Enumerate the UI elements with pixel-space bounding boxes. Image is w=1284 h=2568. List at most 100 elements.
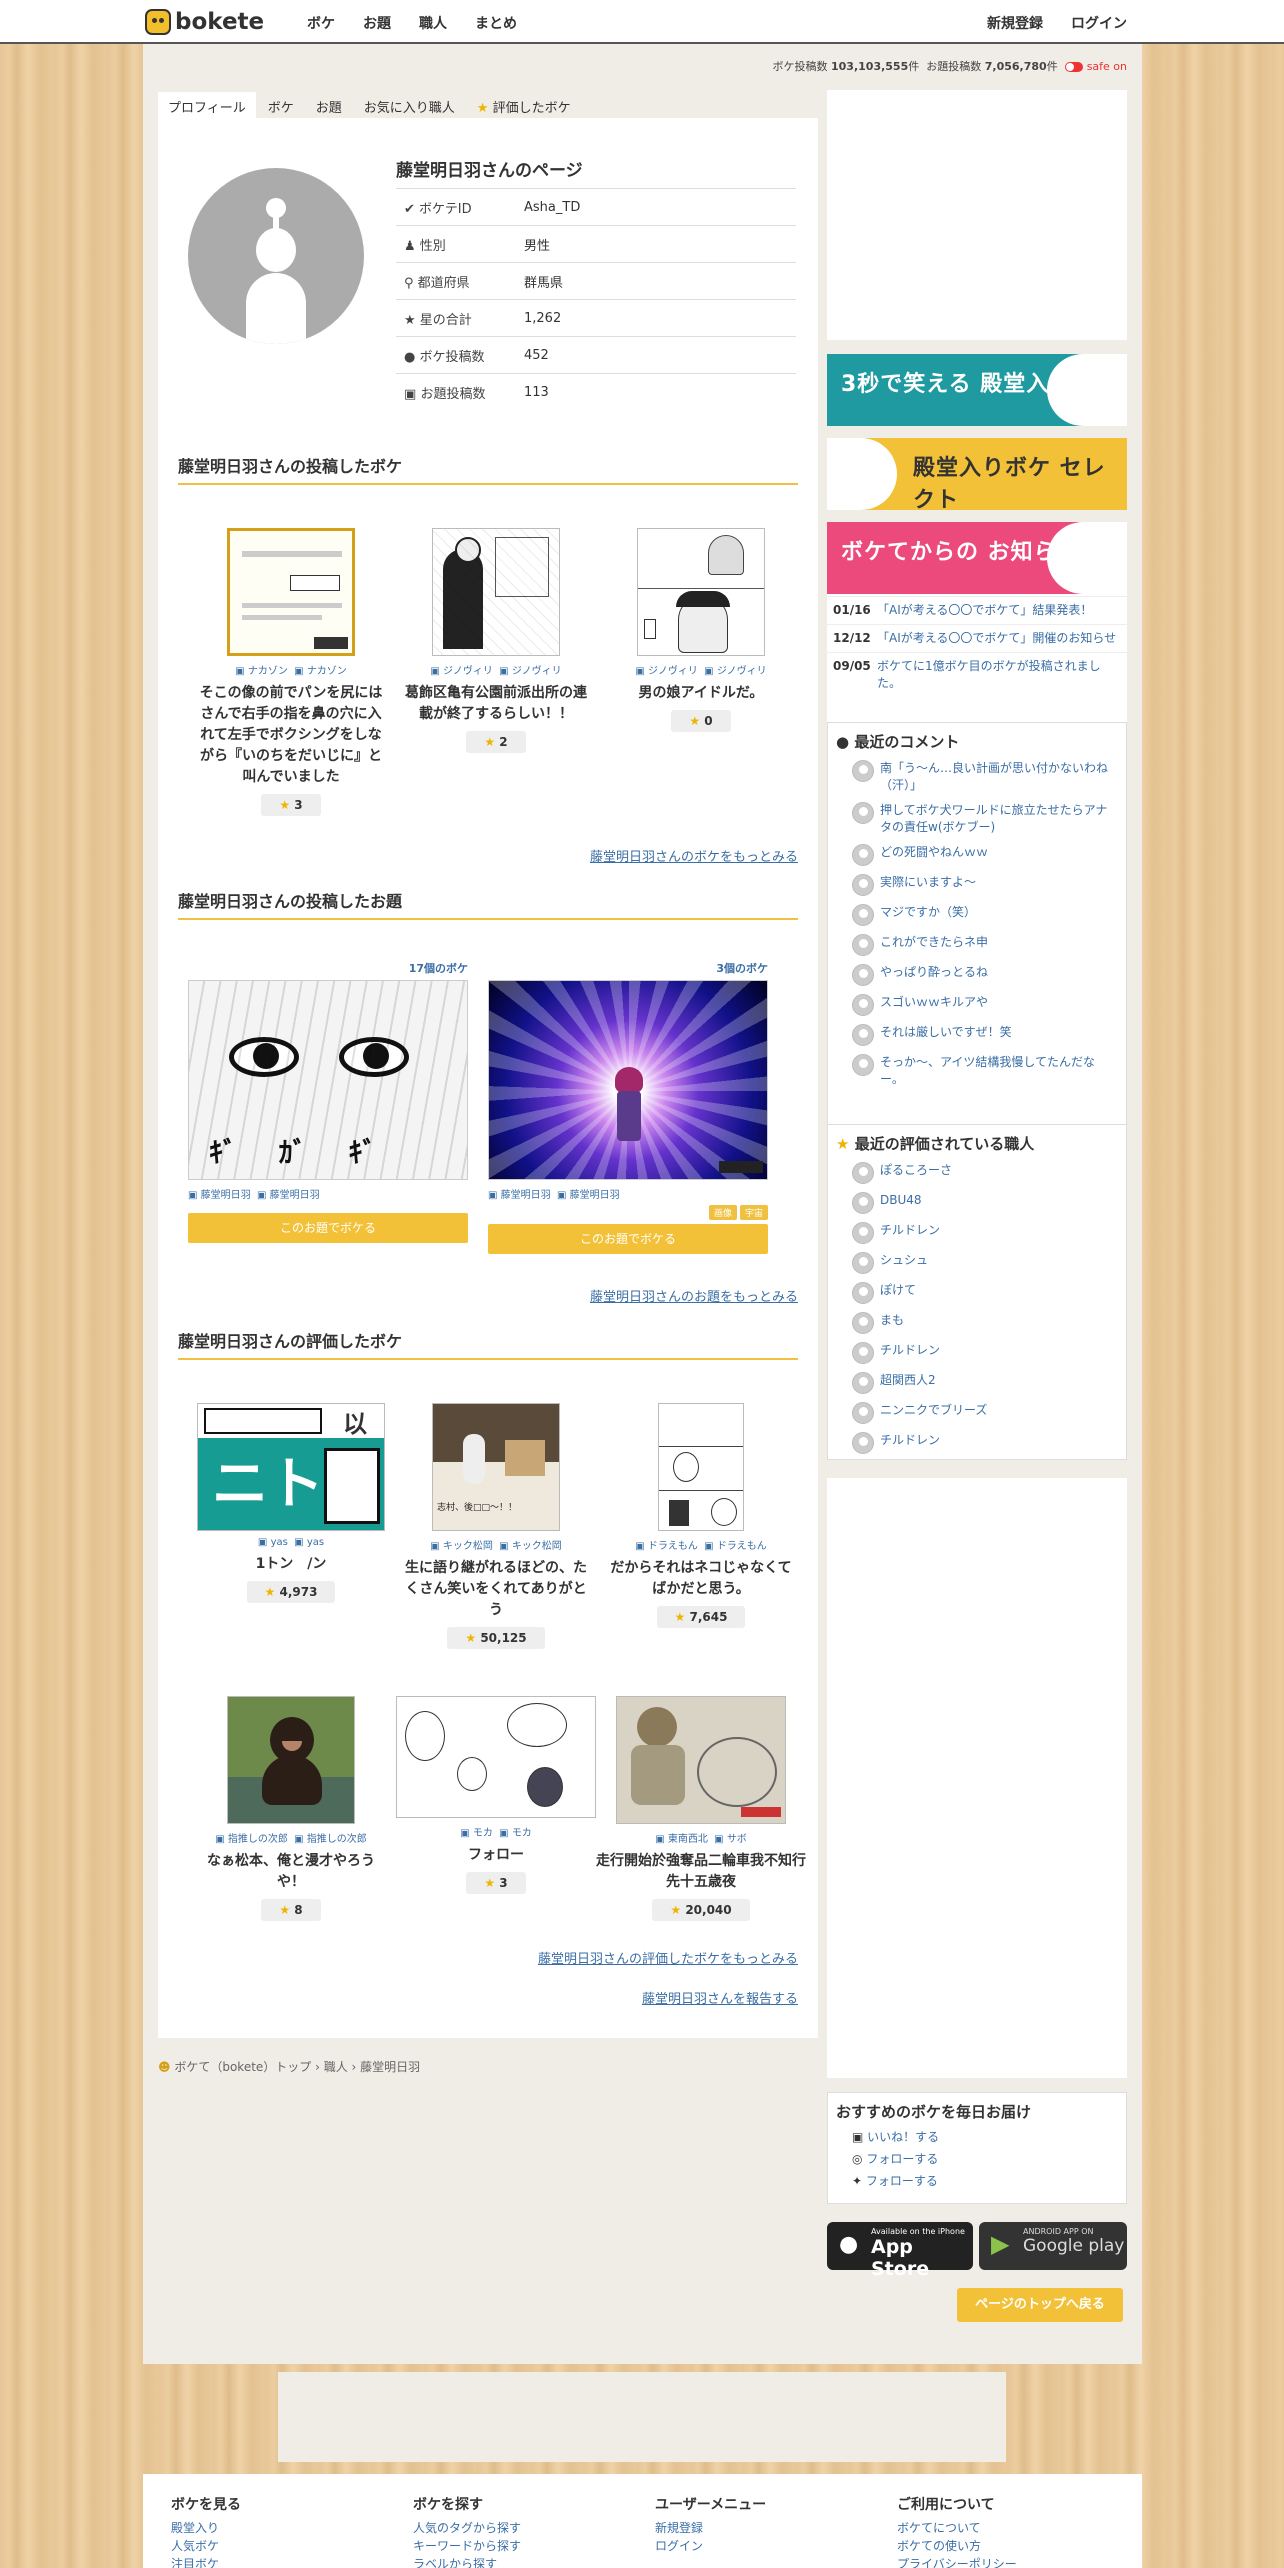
rated-item[interactable]: ▣ モカ ▣ モカ フォロー ★ 3 [376,1696,616,1894]
nav-shokunin[interactable]: 職人 [419,13,447,33]
footer-link[interactable]: ボケてについて [897,2519,1017,2537]
rated-item[interactable]: ▣ 指推しの次郎 ▣ 指推しの次郎 なぁ松本、俺と漫才やろうや！ ★ 8 [191,1696,391,1921]
post-source[interactable]: ▣ キック松岡 ▣ キック松岡 [396,1537,596,1552]
star-count[interactable]: ★ 7,645 [656,1606,746,1628]
rated-item[interactable]: ▣ ドラえもん ▣ ドラえもん だからそれはネコじゃなくてばかだと思う。 ★ 7… [601,1403,801,1628]
post-caption[interactable]: フォロー [376,1845,616,1866]
post-item[interactable]: ▣ ナカゾン ▣ ナカゾン そこの像の前でパンを尻にはさんで右手の指を鼻の穴に入… [191,528,391,816]
rated-user-item[interactable]: ぽるころーさ [828,1158,1126,1188]
post-image[interactable] [227,528,355,656]
post-source[interactable]: ▣ モカ ▣ モカ [376,1824,616,1839]
post-image[interactable] [396,1696,596,1818]
post-source[interactable]: ▣ 東南西北 ▣ サボ [586,1830,816,1845]
rated-user-item[interactable]: チルドレン [828,1218,1126,1248]
avatar[interactable] [852,1402,874,1424]
post-caption[interactable]: 1トン /ン [191,1554,391,1575]
post-caption[interactable]: そこの像の前でパンを尻にはさんで右手の指を鼻の穴に入れて左手でボクシングをしなが… [191,683,391,788]
rated-user-item[interactable]: ニンニクでブリーズ [828,1398,1126,1428]
tag[interactable]: 画像 [708,1205,737,1220]
avatar[interactable] [852,1222,874,1244]
avatar[interactable] [852,994,874,1016]
bokete-logo[interactable]: bokete [145,7,264,37]
avatar[interactable] [852,934,874,956]
report-user-link[interactable]: 藤堂明日羽さんを報告する [642,1988,798,2007]
twitter-follow-link[interactable]: ✦ フォローする [852,2170,1102,2192]
post-source[interactable]: ▣ ジノヴィリ ▣ ジノヴィリ [601,662,801,677]
rated-user-item[interactable]: まも [828,1308,1126,1338]
rated-user-item[interactable]: 超関西人2 [828,1368,1126,1398]
rated-item[interactable]: 志村、後□□～！！ ▣ キック松岡 ▣ キック松岡 生に語り継がれるほどの、たく… [396,1403,596,1649]
post-source[interactable]: ▣ ドラえもん ▣ ドラえもん [601,1537,801,1552]
odai-item[interactable]: 17個のボケ ｷﾞ ｶﾞ ｷﾞ ▣ 藤堂明日羽 ▣ 藤堂明日羽 このお題でボケる [188,960,468,1243]
odai-image[interactable] [488,980,768,1180]
nav-matome[interactable]: まとめ [475,13,517,33]
avatar[interactable] [852,1162,874,1184]
avatar[interactable] [852,802,874,824]
comment-item[interactable]: スゴいｗｗキルアや [828,990,1126,1020]
app-store-badge[interactable]: ● Available on the iPhone App Store [827,2222,973,2280]
rated-item[interactable]: ▣ 東南西北 ▣ サボ 走行開始於強奪品二輪車我不知行先十五歳夜 ★ 20,04… [586,1696,816,1921]
avatar[interactable] [852,1024,874,1046]
banner-hall-of-fame[interactable]: 3秒で笑える 殿堂入りボケ [827,354,1127,426]
odai-item[interactable]: 3個のボケ ▣ 藤堂明日羽 ▣ 藤堂明日羽 画像 宇宙 このお題でボケる [488,960,768,1254]
comment-item[interactable]: 押してボケ犬ワールドに旅立たせたらアナタの責任w(ボケブー) [828,798,1126,840]
comment-item[interactable]: やっぱり酔っとるね [828,960,1126,990]
footer-link[interactable]: ログイン [655,2537,766,2555]
post-source[interactable]: ▣ ジノヴィリ ▣ ジノヴィリ [396,662,596,677]
star-count[interactable]: ★ 3 [466,1872,526,1894]
avatar[interactable] [852,1342,874,1364]
footer-link[interactable]: ボケての使い方 [897,2537,1017,2555]
facebook-like-link[interactable]: ▣ いいね！する [852,2126,1102,2148]
banner-news[interactable]: ボケてからの お知らせ [827,522,1127,594]
footer-link[interactable]: 注目ボケ [171,2555,241,2568]
post-image[interactable] [658,1403,744,1531]
avatar[interactable] [852,760,874,782]
rated-user-item[interactable]: ぽけて [828,1278,1126,1308]
comment-item[interactable]: 実際にいますよ～ [828,870,1126,900]
safe-toggle[interactable] [1065,62,1084,72]
avatar[interactable] [852,1432,874,1454]
avatar[interactable] [852,874,874,896]
post-source[interactable]: ▣ ナカゾン ▣ ナカゾン [191,662,391,677]
back-to-top-button[interactable]: ページのトップへ戻る [957,2288,1123,2322]
odai-source[interactable]: ▣ 藤堂明日羽 ▣ 藤堂明日羽 [188,1186,468,1201]
odai-boke-count[interactable]: 3個のボケ [488,960,768,976]
nav-boke[interactable]: ボケ [307,13,335,33]
star-count[interactable]: ★ 20,040 [652,1899,750,1921]
boke-this-odai-button[interactable]: このお題でボケる [188,1213,468,1243]
avatar[interactable] [852,964,874,986]
footer-link[interactable]: 人気ボケ [171,2537,241,2555]
boke-this-odai-button[interactable]: このお題でボケる [488,1224,768,1254]
post-image[interactable] [432,528,560,656]
rated-user-item[interactable]: チルドレン [828,1338,1126,1368]
post-item[interactable]: ▣ ジノヴィリ ▣ ジノヴィリ 葛飾区亀有公園前派出所の連載が終了するらしい！！… [396,528,596,753]
avatar[interactable] [852,1192,874,1214]
post-caption[interactable]: 葛飾区亀有公園前派出所の連載が終了するらしい！！ [396,683,596,725]
post-source[interactable]: ▣ 指推しの次郎 ▣ 指推しの次郎 [191,1830,391,1845]
comment-item[interactable]: マジですか（笑） [828,900,1126,930]
instagram-follow-link[interactable]: ◎ フォローする [852,2148,1102,2170]
star-count[interactable]: ★ 8 [261,1899,321,1921]
avatar[interactable] [852,1252,874,1274]
post-image[interactable]: 以上。 ニト [197,1403,385,1531]
comment-item[interactable]: これができたらネ申 [828,930,1126,960]
rated-user-item[interactable]: DBU48 [828,1188,1126,1218]
footer-link[interactable]: ラベルから探す [413,2555,521,2568]
star-count[interactable]: ★ 0 [671,710,731,732]
comment-item[interactable]: そっか〜、アイツ結構我慢してたんだなー。 [828,1050,1126,1092]
odai-boke-count[interactable]: 17個のボケ [188,960,468,976]
avatar[interactable] [852,1372,874,1394]
post-caption[interactable]: 男の娘アイドルだ。 [601,683,801,704]
footer-link[interactable]: 人気のタグから探す [413,2519,521,2537]
google-play-badge[interactable]: ▶ ANDROID APP ON Google play [979,2222,1127,2270]
rated-user-item[interactable]: シュシュ [828,1248,1126,1278]
comment-item[interactable]: 南「う～ん…良い計画が思い付かないわね（汗）」 [828,756,1126,798]
odai-source[interactable]: ▣ 藤堂明日羽 ▣ 藤堂明日羽 [488,1186,768,1201]
post-image[interactable] [227,1696,355,1824]
nav-odai[interactable]: お題 [363,13,391,33]
footer-link[interactable]: 殿堂入り [171,2519,241,2537]
rated-more-link[interactable]: 藤堂明日羽さんの評価したボケをもっとみる [538,1948,798,1967]
avatar[interactable] [852,904,874,926]
avatar[interactable] [852,844,874,866]
banner-hall-of-fame-select[interactable]: 殿堂入りボケ セレクト [827,438,1127,510]
